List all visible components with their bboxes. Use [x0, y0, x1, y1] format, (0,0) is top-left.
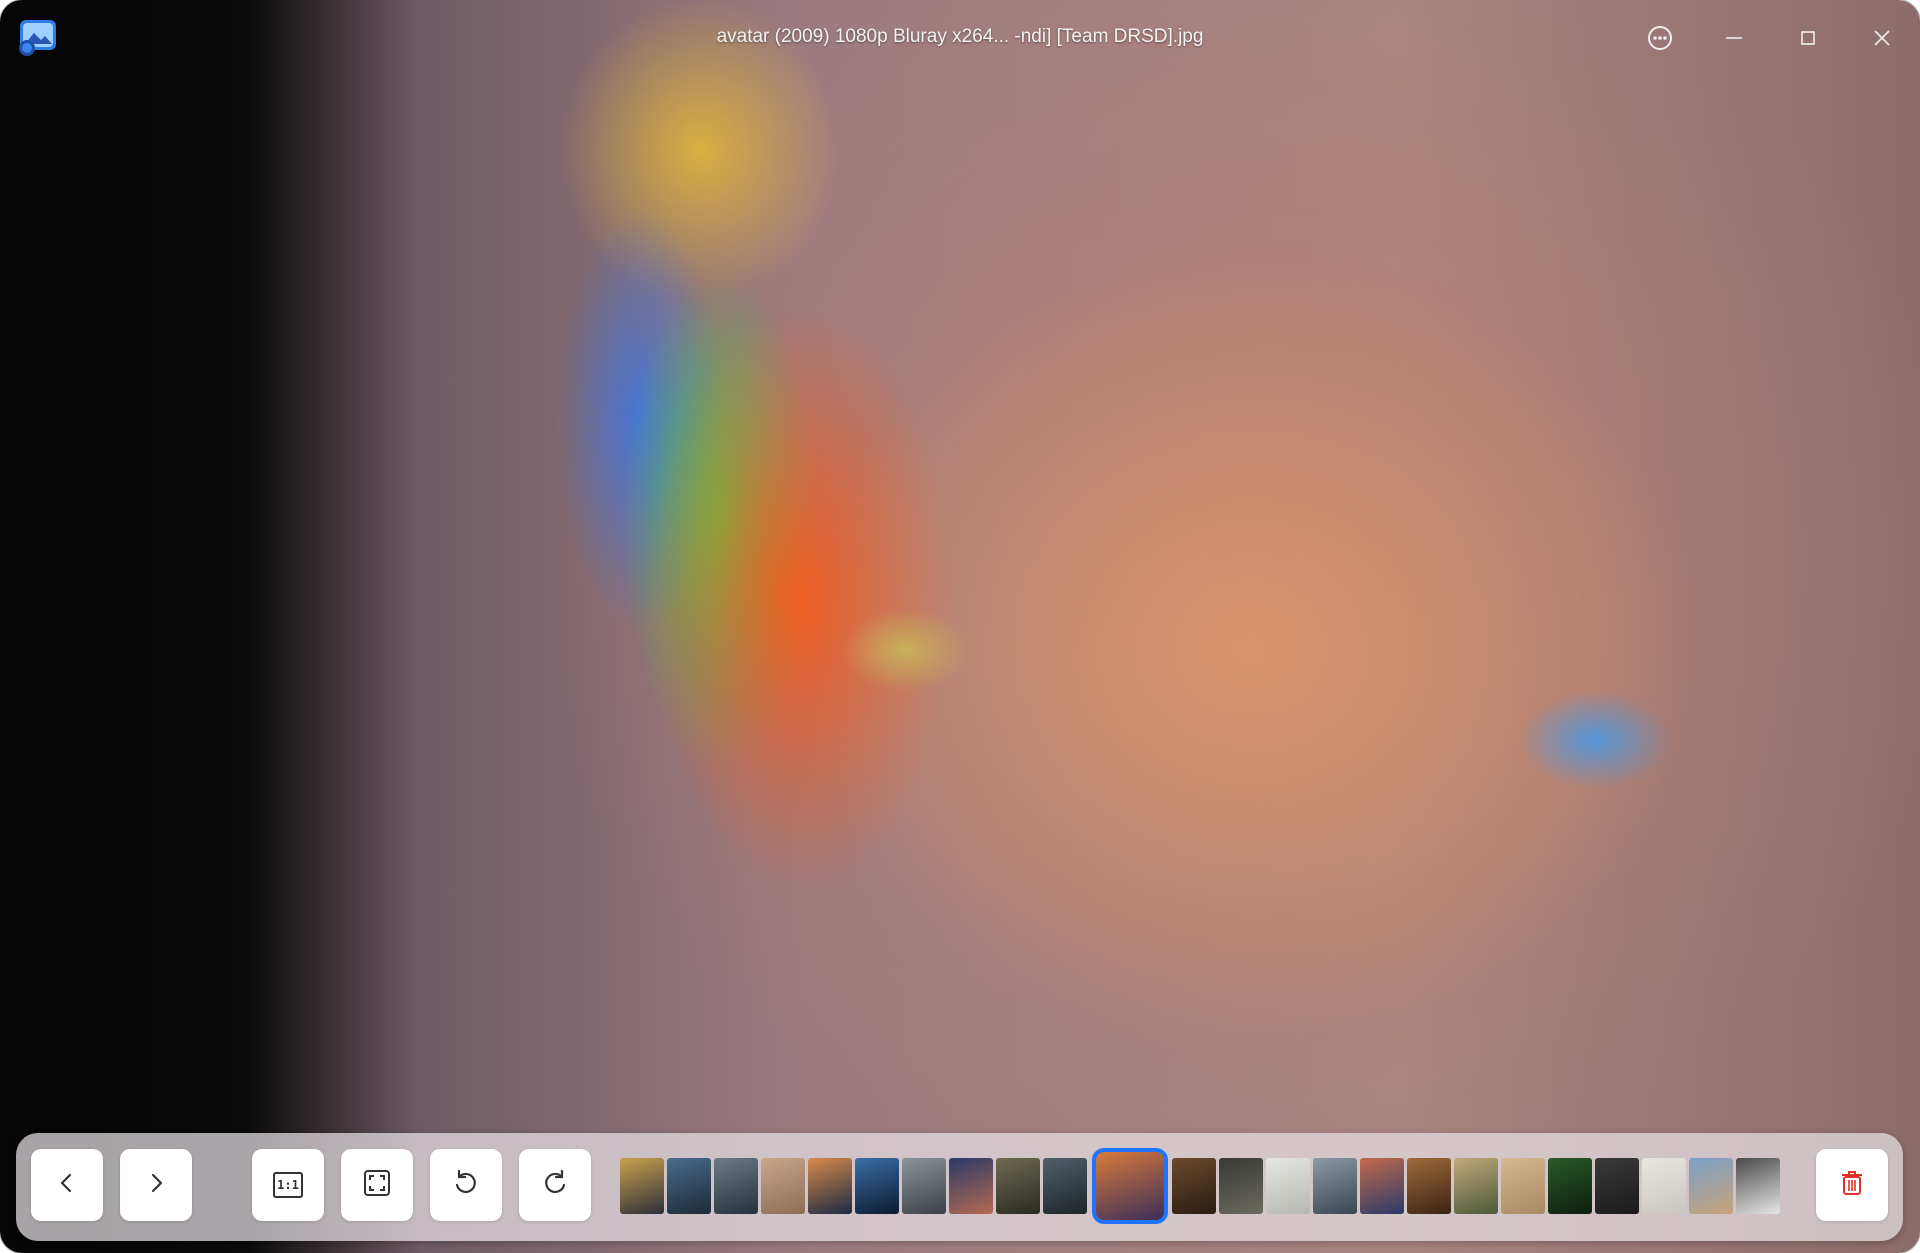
thumbnail[interactable] [1043, 1158, 1087, 1214]
thumbnail[interactable] [1595, 1158, 1639, 1214]
window-title: avatar (2009) 1080p Bluray x264... -ndi]… [716, 26, 1204, 47]
thumbnail[interactable] [1642, 1158, 1686, 1214]
thumbnail[interactable] [667, 1158, 711, 1214]
fit-to-window-icon [362, 1168, 392, 1202]
image-viewer-window: avatar (2009) 1080p Bluray x264... -ndi]… [0, 0, 1920, 1253]
close-icon[interactable] [1864, 20, 1900, 56]
thumbnail[interactable] [1407, 1158, 1451, 1214]
thumbnail[interactable] [1501, 1158, 1545, 1214]
thumbnail[interactable] [714, 1158, 758, 1214]
thumbnail[interactable] [1548, 1158, 1592, 1214]
thumbnail[interactable] [761, 1158, 805, 1214]
thumbnail[interactable] [902, 1158, 946, 1214]
thumbnail-selected[interactable] [1092, 1148, 1168, 1224]
thumbnail[interactable] [1313, 1158, 1357, 1214]
delete-button[interactable] [1816, 1149, 1888, 1221]
rotate-counterclockwise-icon [451, 1168, 481, 1202]
rotate-left-button[interactable] [430, 1149, 502, 1221]
original-size-icon: 1:1 [273, 1172, 303, 1198]
original-size-label: 1:1 [277, 1178, 299, 1192]
thumbnail[interactable] [808, 1158, 852, 1214]
previous-button[interactable] [31, 1149, 103, 1221]
displayed-photo [0, 0, 1920, 1253]
thumbnail[interactable] [1689, 1158, 1733, 1214]
thumbnail[interactable] [1736, 1158, 1780, 1214]
thumbnail[interactable] [1360, 1158, 1404, 1214]
chevron-right-icon [142, 1169, 170, 1201]
more-options-icon[interactable] [1642, 20, 1678, 56]
maximize-icon[interactable] [1790, 20, 1826, 56]
fit-to-window-button[interactable] [341, 1149, 413, 1221]
rotate-clockwise-icon [540, 1168, 570, 1202]
thumbnail[interactable] [1454, 1158, 1498, 1214]
trash-icon [1839, 1169, 1865, 1201]
original-size-button[interactable]: 1:1 [252, 1149, 324, 1221]
next-button[interactable] [120, 1149, 192, 1221]
minimize-icon[interactable] [1716, 20, 1752, 56]
thumbnail[interactable] [949, 1158, 993, 1214]
thumbnail[interactable] [1172, 1158, 1216, 1214]
photo-viewer-app-icon[interactable] [16, 18, 60, 58]
thumbnail[interactable] [855, 1158, 899, 1214]
thumbnail[interactable] [620, 1158, 664, 1214]
rotate-right-button[interactable] [519, 1149, 591, 1221]
bottom-toolbar: 1:1 [16, 1133, 1903, 1241]
thumbnail[interactable] [1219, 1158, 1263, 1214]
titlebar: avatar (2009) 1080p Bluray x264... -ndi]… [0, 0, 1920, 76]
chevron-left-icon [53, 1169, 81, 1201]
thumbnail[interactable] [996, 1158, 1040, 1214]
thumbnail[interactable] [1266, 1158, 1310, 1214]
